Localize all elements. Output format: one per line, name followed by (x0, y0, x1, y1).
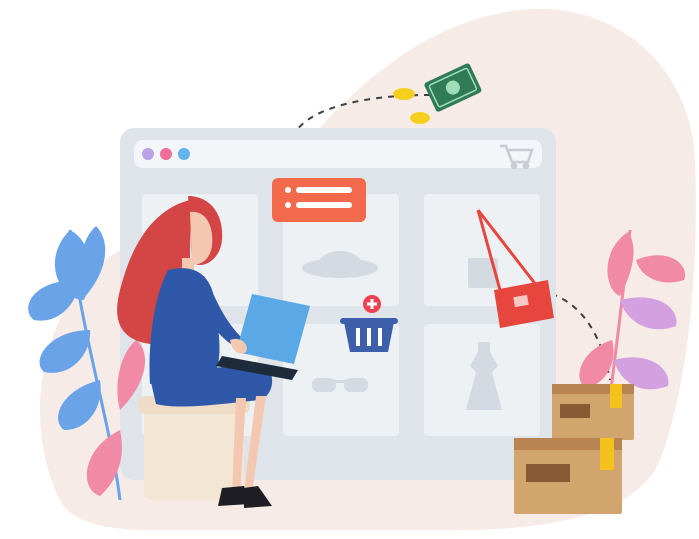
coin-icon (410, 112, 430, 124)
illustration (0, 0, 699, 539)
window-dot-purple-icon (142, 148, 154, 160)
shipping-box-bottom (514, 438, 622, 514)
price-tag-icon (272, 178, 366, 222)
window-dot-pink-icon (160, 148, 172, 160)
coin-icon (393, 88, 415, 100)
window-dot-blue-icon (178, 148, 190, 160)
plus-icon (363, 295, 381, 313)
illustration-svg (28, 8, 696, 531)
shipping-box-top (552, 384, 634, 440)
